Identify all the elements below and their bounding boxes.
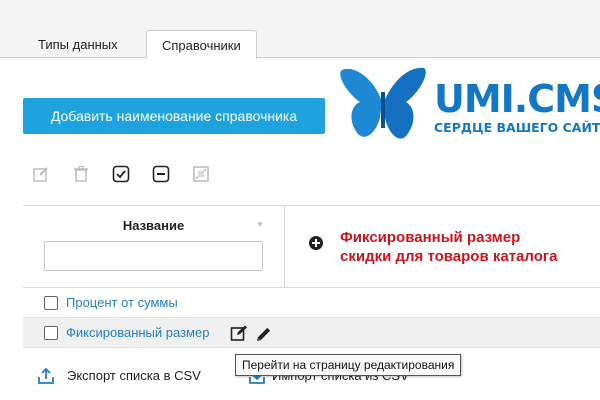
row-link[interactable]: Процент от суммы [66, 295, 178, 310]
tab-bar: Типы данных Справочники [0, 0, 600, 59]
annotation-line-2: скидки для товаров каталога [340, 248, 558, 265]
check-icon[interactable] [110, 163, 132, 185]
column-divider [284, 206, 285, 288]
export-label: Экспорт списка в CSV [67, 368, 201, 383]
table-row: Фиксированный размер [23, 318, 600, 348]
row-checkbox[interactable] [44, 326, 58, 340]
row-link[interactable]: Фиксированный размер [66, 325, 209, 340]
annotation-line-1: Фиксированный размер [340, 229, 521, 246]
plus-circle-icon[interactable] [309, 236, 323, 250]
minus-icon[interactable] [150, 163, 172, 185]
add-dictionary-button[interactable]: Добавить наименование справочника [23, 98, 325, 134]
edit-icon[interactable] [30, 163, 52, 185]
brand-tagline: СЕРДЦЕ ВАШЕГО САЙТА™ [434, 120, 600, 135]
pencil-icon[interactable] [255, 326, 272, 343]
sort-arrow-icon[interactable]: ▼ [256, 220, 264, 229]
tab-data-types[interactable]: Типы данных [23, 30, 133, 59]
edit-page-icon[interactable] [230, 324, 248, 342]
delete-icon[interactable] [70, 163, 92, 185]
name-filter-input[interactable] [44, 241, 263, 271]
butterfly-icon [340, 67, 426, 139]
edit-tooltip: Перейти на страницу редактирования [235, 354, 462, 376]
umi-cms-logo: UMI.CMS СЕРДЦЕ ВАШЕГО САЙТА™ [336, 62, 600, 152]
brand-name: UMI.CMS [434, 77, 600, 121]
image-icon[interactable] [190, 163, 212, 185]
row-checkbox[interactable] [44, 296, 58, 310]
column-header-name[interactable]: Название [23, 218, 284, 233]
dictionary-table: Название ▼ Фиксированный размер скидки д… [23, 205, 600, 348]
tab-dictionaries[interactable]: Справочники [146, 30, 257, 59]
table-row: Процент от суммы [23, 288, 600, 318]
export-icon [38, 367, 54, 384]
annotation: Фиксированный размер скидки для товаров … [340, 228, 600, 266]
